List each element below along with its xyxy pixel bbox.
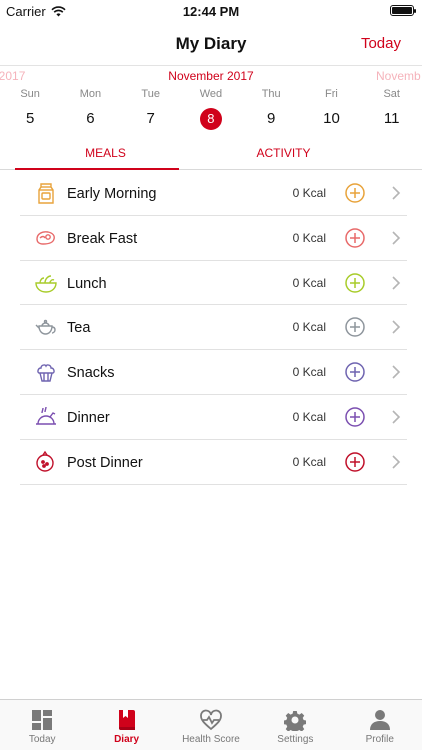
meal-row-tea[interactable]: Tea 0 Kcal [20, 305, 407, 351]
day-wed-selected[interactable]: Wed 8 [181, 88, 241, 130]
add-circle-icon[interactable] [345, 317, 365, 338]
day-fri[interactable]: Fri 10 [301, 88, 361, 130]
add-circle-icon[interactable] [345, 228, 365, 248]
tabbar-label: Profile [365, 734, 394, 745]
week-calendar[interactable]: ber 2017 November 2017 Novemb Sun 5 Mon … [0, 66, 422, 140]
tabbar-item-today[interactable]: Today [0, 700, 84, 750]
tabbar-label: Health Score [182, 734, 240, 745]
tabbar-item-diary[interactable]: Diary [84, 700, 168, 750]
diary-book-icon [118, 710, 135, 730]
meal-row-lunch[interactable]: Lunch 0 Kcal [20, 261, 407, 306]
dashboard-grid-icon [32, 710, 53, 730]
meal-kcal: 0 Kcal [292, 230, 326, 245]
cupcake-icon [37, 364, 55, 382]
milk-carton-icon [38, 183, 54, 204]
tabbar-item-health-score[interactable]: Health Score [169, 700, 253, 750]
meal-label: Early Morning [67, 186, 157, 202]
steak-icon [36, 230, 55, 245]
day-tue[interactable]: Tue 7 [121, 88, 181, 130]
day-sun[interactable]: Sun 5 [0, 88, 60, 130]
meal-label: Tea [67, 320, 91, 337]
status-bar: Carrier 12:44 PM [0, 0, 422, 22]
meal-kcal: 0 Kcal [292, 320, 326, 335]
page-title: My Diary [175, 34, 247, 53]
day-mon[interactable]: Mon 6 [60, 88, 120, 130]
meal-list: Early Morning 0 Kcal Break Fast 0 Kcal L… [20, 171, 407, 485]
day-number: 7 [146, 110, 155, 127]
meal-kcal: 0 Kcal [292, 275, 326, 290]
day-number: 11 [383, 110, 400, 127]
meal-row-dinner[interactable]: Dinner 0 Kcal [20, 395, 407, 440]
add-circle-icon[interactable] [345, 272, 365, 293]
person-icon [369, 710, 390, 730]
meal-row-break-fast[interactable]: Break Fast 0 Kcal [20, 216, 407, 261]
battery-icon [390, 5, 416, 16]
day-name: Thu [261, 88, 281, 100]
chevron-right-icon [392, 186, 401, 200]
meal-row-early-morning[interactable]: Early Morning 0 Kcal [20, 171, 407, 216]
day-name: Wed [199, 88, 223, 100]
heart-pulse-icon [200, 709, 222, 731]
day-name: Mon [79, 88, 102, 100]
salad-bowl-icon [35, 274, 57, 293]
status-time: 12:44 PM [182, 4, 240, 19]
chevron-right-icon [392, 276, 401, 290]
add-circle-icon[interactable] [345, 407, 365, 427]
roast-chicken-icon [36, 406, 56, 425]
day-number: 10 [323, 110, 340, 127]
meal-label: Dinner [67, 409, 110, 426]
meal-kcal: 0 Kcal [292, 365, 326, 380]
day-sat[interactable]: Sat 11 [362, 88, 422, 130]
day-name: Sat [383, 88, 400, 100]
meal-label: Break Fast [67, 230, 138, 247]
teapot-icon [35, 320, 56, 336]
tabbar-label: Today [28, 734, 56, 745]
day-number: 5 [25, 110, 35, 127]
meal-kcal: 0 Kcal [292, 454, 326, 469]
navigation-bar: My Diary Today [0, 22, 422, 66]
day-number: 8 [199, 108, 222, 130]
chevron-right-icon [392, 320, 401, 334]
day-thu[interactable]: Thu 9 [241, 88, 301, 130]
add-circle-icon[interactable] [345, 183, 365, 203]
tabbar-item-profile[interactable]: Profile [338, 700, 422, 750]
chevron-right-icon [392, 410, 401, 424]
tabbar-label: Settings [277, 734, 314, 745]
meal-row-post-dinner[interactable]: Post Dinner 0 Kcal [20, 440, 407, 485]
tab-activity[interactable]: ACTIVITY [211, 140, 422, 169]
day-name: Sun [20, 88, 40, 100]
diary-tabs: MEALS ACTIVITY [0, 140, 422, 170]
current-month-label: November 2017 [168, 69, 254, 83]
chevron-right-icon [392, 455, 401, 469]
chevron-right-icon [392, 231, 401, 245]
meal-row-snacks[interactable]: Snacks 0 Kcal [20, 350, 407, 395]
bottom-tab-bar: Today Diary Health Score Settings Profil… [0, 699, 422, 750]
add-circle-icon[interactable] [345, 362, 365, 382]
meal-label: Lunch [67, 275, 107, 292]
meal-kcal: 0 Kcal [292, 409, 326, 424]
meal-kcal: 0 Kcal [292, 186, 326, 200]
add-circle-icon[interactable] [345, 452, 365, 472]
week-days: Sun 5 Mon 6 Tue 7 Wed 8 Thu 9 Fri 10 Sat… [0, 88, 422, 130]
chevron-right-icon [392, 365, 401, 379]
day-name: Tue [141, 88, 160, 100]
tabbar-label: Diary [114, 734, 140, 745]
today-button[interactable]: Today [361, 35, 401, 52]
day-number: 6 [86, 110, 95, 127]
pomegranate-icon [36, 450, 54, 472]
meal-label: Post Dinner [67, 454, 143, 471]
day-number: 9 [267, 110, 276, 127]
day-name: Fri [325, 88, 338, 100]
tabbar-item-settings[interactable]: Settings [253, 700, 337, 750]
meal-label: Snacks [67, 365, 115, 382]
gear-icon [284, 710, 307, 731]
next-month-label: Novemb [376, 69, 421, 83]
tab-meals[interactable]: MEALS [0, 140, 211, 170]
